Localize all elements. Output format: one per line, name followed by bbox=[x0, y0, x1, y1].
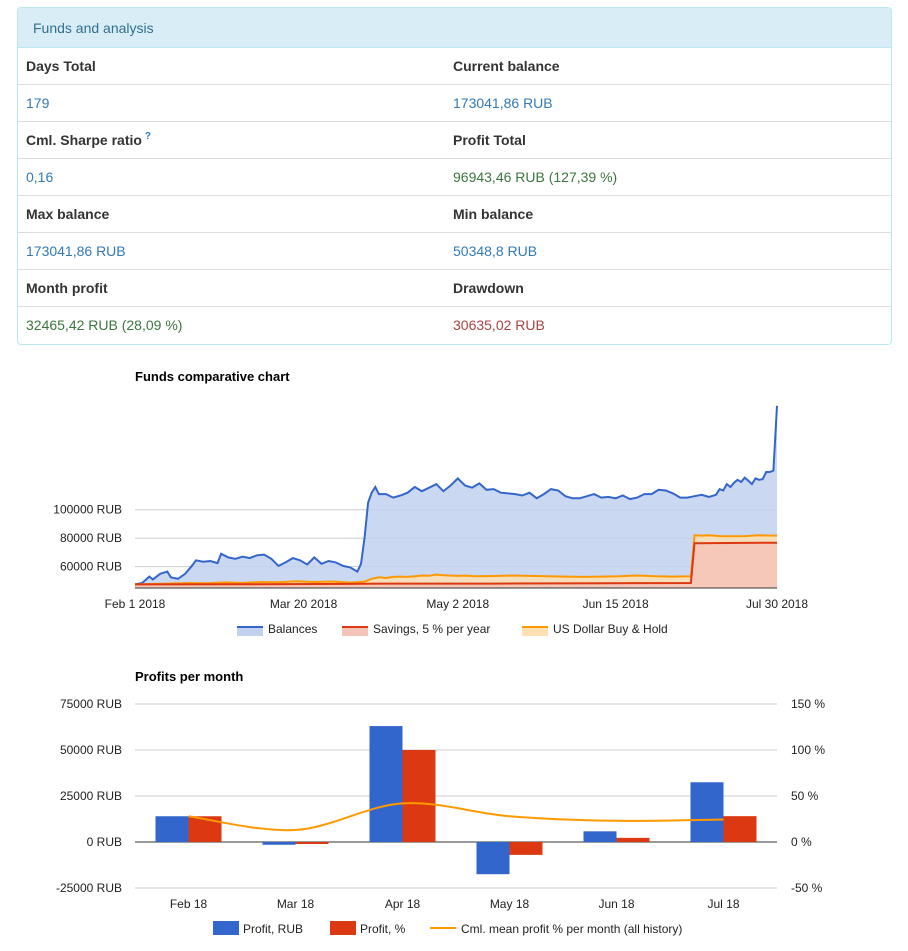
legend-swatch bbox=[522, 627, 548, 636]
bar-profit-pct bbox=[295, 842, 329, 844]
legend-label: Profit, % bbox=[360, 922, 406, 936]
profit-total-value: 96943,46 RUB (127,39 %) bbox=[445, 159, 891, 196]
y2-tick-label: 150 % bbox=[791, 697, 825, 711]
y2-tick-label: 100 % bbox=[791, 743, 825, 757]
x-tick-label: Mar 20 2018 bbox=[270, 597, 338, 611]
y-tick-label: -25000 RUB bbox=[56, 881, 122, 895]
chart-title: Funds comparative chart bbox=[135, 369, 290, 384]
x-tick-label: Jun 18 bbox=[598, 897, 634, 911]
x-tick-label: May 18 bbox=[490, 897, 530, 911]
days-total-label: Days Total bbox=[18, 48, 445, 85]
profit-total-label: Profit Total bbox=[445, 122, 891, 159]
current-balance-label: Current balance bbox=[445, 48, 891, 85]
sharpe-ratio-label: Cml. Sharpe ratio? bbox=[18, 122, 445, 159]
help-icon[interactable]: ? bbox=[145, 131, 151, 142]
month-profit-label: Month profit bbox=[18, 270, 445, 307]
legend-swatch bbox=[342, 627, 368, 636]
y2-tick-label: 50 % bbox=[791, 789, 819, 803]
funds-panel: Funds and analysis Days Total Current ba… bbox=[17, 7, 892, 345]
legend-swatch bbox=[237, 627, 263, 636]
y-tick-label: 25000 RUB bbox=[60, 789, 122, 803]
legend-swatch bbox=[213, 921, 239, 935]
y-tick-label: 100000 RUB bbox=[53, 503, 122, 517]
funds-comparative-chart: Funds comparative chart 60000 RUB 80000 RU… bbox=[0, 355, 908, 645]
x-tick-label: Jul 30 2018 bbox=[746, 597, 808, 611]
max-balance-label: Max balance bbox=[18, 196, 445, 233]
month-profit-value: 32465,42 RUB (28,09 %) bbox=[26, 317, 183, 333]
bar-profit-rub bbox=[690, 782, 724, 842]
x-tick-label: Jun 15 2018 bbox=[583, 597, 649, 611]
funds-chart-svg: Funds comparative chart 60000 RUB 80000 RU… bbox=[53, 369, 808, 636]
bar-profit-pct bbox=[509, 842, 543, 855]
min-balance-label: Min balance bbox=[445, 196, 891, 233]
x-tick-label: Feb 1 2018 bbox=[105, 597, 166, 611]
chart-title: Profits per month bbox=[135, 669, 243, 684]
bar-profit-pct bbox=[723, 816, 757, 842]
bar-profit-rub bbox=[476, 842, 510, 875]
bar-profit-pct bbox=[402, 750, 436, 842]
drawdown-value: 30635,02 RUB bbox=[453, 317, 545, 333]
series-line-cml-mean bbox=[188, 802, 724, 832]
bar-profit-rub bbox=[262, 842, 296, 845]
legend-label: Savings, 5 % per year bbox=[373, 622, 490, 636]
legend-label: Profit, RUB bbox=[243, 922, 303, 936]
x-tick-label: Feb 18 bbox=[170, 897, 208, 911]
legend-swatch bbox=[330, 921, 356, 935]
current-balance-value: 173041,86 RUB bbox=[445, 85, 891, 122]
profits-chart-svg: Profits per month 75000 RUB 50000 RUB 25000… bbox=[56, 669, 825, 936]
legend-label: Cml. mean profit % per month (all histor… bbox=[461, 922, 682, 936]
stats-table: Days Total Current balance 179 173041,86… bbox=[18, 48, 891, 344]
x-tick-label: Apr 18 bbox=[385, 897, 421, 911]
days-total-value: 179 bbox=[18, 85, 445, 122]
y2-tick-label: 0 % bbox=[791, 835, 812, 849]
bar-profit-rub bbox=[583, 831, 617, 842]
y-tick-label: 60000 RUB bbox=[60, 560, 122, 574]
bar-profit-rub bbox=[155, 816, 189, 842]
panel-title: Funds and analysis bbox=[18, 8, 891, 48]
y-tick-label: 0 RUB bbox=[87, 835, 122, 849]
x-tick-label: Mar 18 bbox=[277, 897, 315, 911]
bar-profit-rub bbox=[369, 726, 403, 842]
x-tick-label: May 2 2018 bbox=[426, 597, 489, 611]
drawdown-label: Drawdown bbox=[445, 270, 891, 307]
x-tick-label: Jul 18 bbox=[707, 897, 739, 911]
y2-tick-label: -50 % bbox=[791, 881, 823, 895]
min-balance-value: 50348,8 RUB bbox=[445, 233, 891, 270]
y-tick-label: 80000 RUB bbox=[60, 531, 122, 545]
legend-label: Balances bbox=[268, 622, 317, 636]
max-balance-value: 173041,86 RUB bbox=[18, 233, 445, 270]
y-tick-label: 50000 RUB bbox=[60, 743, 122, 757]
y-tick-label: 75000 RUB bbox=[60, 697, 122, 711]
profits-per-month-chart: Profits per month 75000 RUB 50000 RUB 25000… bbox=[0, 660, 908, 946]
legend-label: US Dollar Buy & Hold bbox=[553, 622, 668, 636]
sharpe-ratio-value: 0,16 bbox=[18, 159, 445, 196]
bar-profit-pct bbox=[616, 837, 650, 842]
